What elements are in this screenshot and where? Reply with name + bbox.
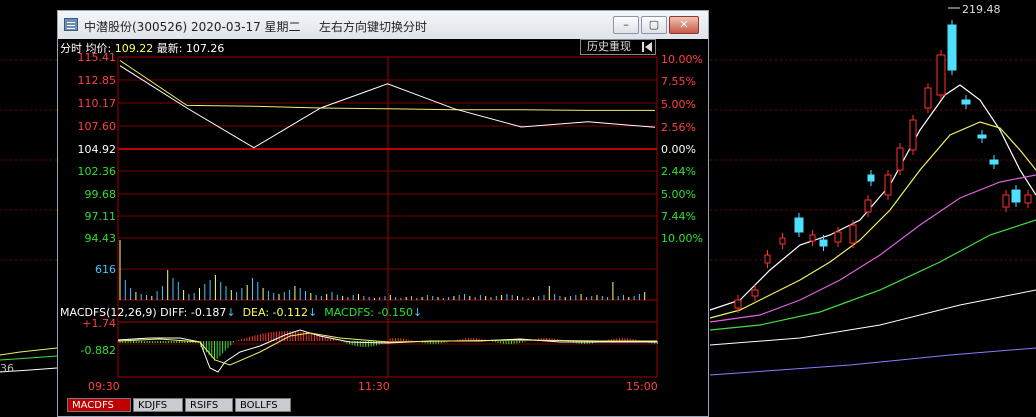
candle bbox=[961, 99, 971, 105]
candle bbox=[909, 119, 917, 151]
candle bbox=[864, 199, 872, 213]
left-edge-value: 36 bbox=[0, 362, 14, 375]
candle bbox=[1011, 189, 1021, 203]
window-title: 中潜股份(300526) 2020-03-17 星期二 bbox=[84, 20, 301, 34]
maximize-button[interactable]: ▢ bbox=[641, 16, 667, 34]
down-arrow-icon: ↓ bbox=[412, 306, 423, 319]
background-candles bbox=[734, 20, 1032, 313]
maximize-icon: ▢ bbox=[648, 18, 660, 31]
macd-diff: DIFF: -0.187 bbox=[160, 306, 227, 319]
tab-macdfs[interactable]: MACDFS bbox=[67, 398, 131, 412]
price-tick: 99.68 bbox=[84, 188, 117, 201]
app-icon bbox=[64, 18, 78, 31]
down-arrow-icon: ↓ bbox=[308, 306, 318, 319]
pct-tick: 7.44% bbox=[661, 210, 696, 223]
candle bbox=[849, 224, 857, 244]
last-price-value: 107.26 bbox=[185, 42, 225, 55]
price-tick: 102.36 bbox=[77, 165, 117, 178]
top-price-label: 219.48 bbox=[962, 3, 1001, 16]
last-price-label: 最新: bbox=[156, 42, 183, 55]
volume-tick: 616 bbox=[95, 263, 116, 276]
pct-tick: 5.00% bbox=[661, 188, 696, 201]
tab-kdjfs[interactable]: KDJFS bbox=[133, 398, 183, 412]
candle bbox=[947, 24, 957, 71]
candle bbox=[896, 147, 904, 171]
candle bbox=[794, 217, 804, 233]
history-replay-button[interactable]: 历史重现 bbox=[580, 39, 656, 55]
candle bbox=[779, 237, 786, 245]
minimize-button[interactable]: – bbox=[613, 16, 639, 34]
macd-dea: DEA: -0.112 bbox=[242, 306, 308, 319]
time-tick: 09:30 bbox=[88, 380, 120, 393]
candle bbox=[936, 54, 946, 96]
macd-value: MACDFS: -0.150 bbox=[324, 306, 413, 319]
candle bbox=[867, 174, 875, 182]
macd-header: MACDFS(12,26,9) DIFF: -0.187↓ DEA: -0.11… bbox=[60, 306, 422, 319]
candle bbox=[834, 231, 842, 243]
ma60-line bbox=[709, 289, 1036, 346]
price-tick: 104.92 bbox=[77, 143, 117, 156]
candle bbox=[1024, 194, 1032, 204]
candle bbox=[924, 87, 932, 109]
time-tick: 15:00 bbox=[626, 380, 658, 393]
candle bbox=[751, 289, 759, 297]
candle bbox=[764, 254, 771, 264]
pct-tick: 2.56% bbox=[661, 121, 696, 134]
candle bbox=[819, 239, 828, 247]
candle bbox=[1002, 194, 1010, 208]
pct-tick: 10.00% bbox=[661, 53, 703, 66]
candle bbox=[809, 234, 816, 242]
replay-arrow-icon bbox=[642, 42, 652, 52]
ma10-line bbox=[709, 121, 1036, 319]
down-arrow-icon: ↓ bbox=[226, 306, 236, 319]
macd-tick: -0.882 bbox=[80, 344, 116, 357]
ma30-line bbox=[709, 219, 1036, 331]
price-tick: 110.17 bbox=[77, 97, 117, 110]
price-tick: 94.43 bbox=[84, 232, 117, 245]
candle bbox=[884, 174, 892, 196]
time-tick: 11:30 bbox=[358, 380, 390, 393]
pct-tick: 0.00% bbox=[661, 143, 696, 156]
price-tick: 112.85 bbox=[77, 74, 117, 87]
ma120-line bbox=[709, 347, 1036, 376]
window-hint: 左右方向键切换分时 bbox=[319, 20, 428, 34]
pct-tick: 10.00% bbox=[661, 232, 703, 245]
candle bbox=[734, 299, 742, 309]
close-icon: ✕ bbox=[679, 18, 689, 31]
price-tick: 97.11 bbox=[84, 210, 117, 223]
history-replay-label: 历史重现 bbox=[587, 40, 631, 53]
price-tick: 115.41 bbox=[77, 51, 117, 64]
tab-bollfs[interactable]: BOLLFS bbox=[235, 398, 291, 412]
pct-tick: 5.00% bbox=[661, 98, 696, 111]
pct-tick: 2.44% bbox=[661, 165, 696, 178]
ma5-line bbox=[709, 84, 1036, 311]
macd-name: MACDFS(12,26,9) bbox=[60, 306, 157, 319]
pct-tick: 7.55% bbox=[661, 75, 696, 88]
intraday-window: 中潜股份(300526) 2020-03-17 星期二 左右方向键切换分时 – … bbox=[57, 10, 709, 417]
minimize-icon: – bbox=[623, 18, 629, 31]
candle bbox=[989, 159, 999, 165]
avg-price-value: 109.22 bbox=[114, 42, 154, 55]
window-titlebar[interactable]: 中潜股份(300526) 2020-03-17 星期二 左右方向键切换分时 – … bbox=[58, 11, 708, 39]
close-button[interactable]: ✕ bbox=[669, 16, 699, 34]
price-tick: 107.60 bbox=[77, 120, 117, 133]
tab-rsifs[interactable]: RSIFS bbox=[185, 398, 233, 412]
left-ma-lines bbox=[0, 347, 58, 356]
candle bbox=[977, 134, 987, 139]
